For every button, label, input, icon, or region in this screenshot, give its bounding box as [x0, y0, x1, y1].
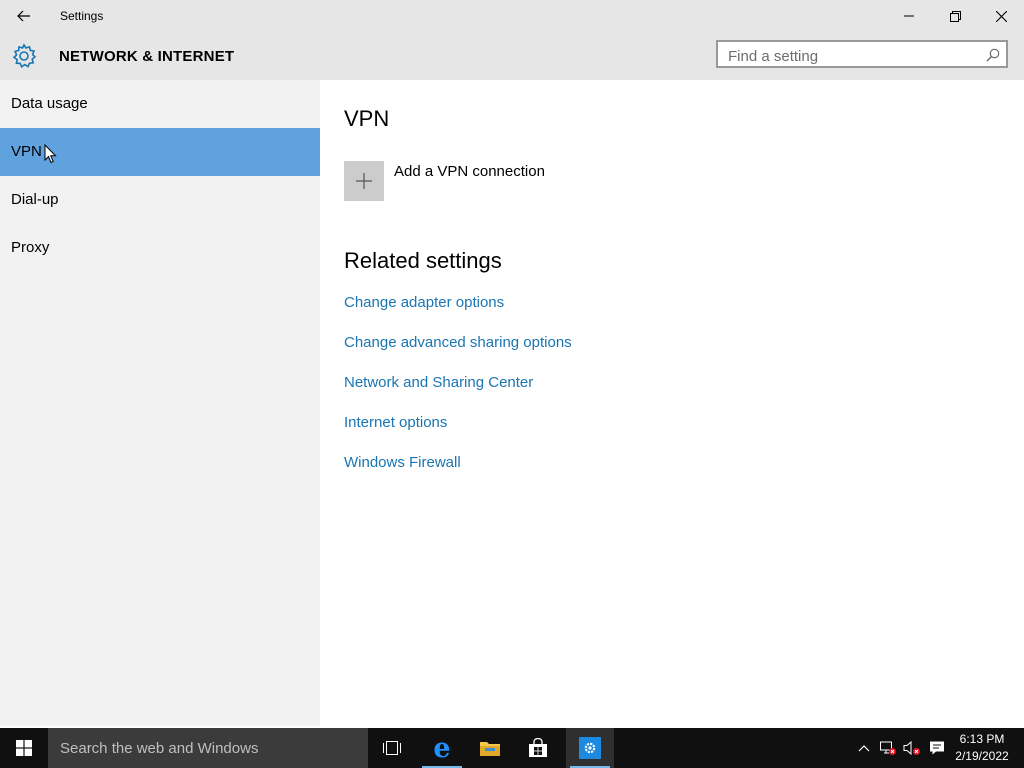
search-box[interactable]: [716, 40, 1008, 68]
edge-taskbar-button[interactable]: e: [418, 728, 466, 768]
close-button[interactable]: [978, 0, 1024, 32]
store-button[interactable]: [514, 728, 562, 768]
action-center-icon: [930, 741, 944, 755]
link-internet-options[interactable]: Internet options: [344, 414, 447, 431]
search-icon: [986, 48, 1000, 62]
link-windows-firewall[interactable]: Windows Firewall: [344, 454, 461, 471]
network-icon: [880, 741, 896, 755]
edge-icon: e: [433, 732, 451, 764]
search-input[interactable]: [726, 45, 980, 67]
maximize-icon: [949, 10, 961, 22]
settings-header: NETWORK & INTERNET: [0, 32, 1024, 80]
clock-date: 2/19/2022: [955, 749, 1009, 763]
title-bar: Settings: [0, 0, 1024, 32]
folder-icon: [480, 742, 500, 756]
task-view-button[interactable]: [368, 728, 416, 768]
file-explorer-button[interactable]: [466, 728, 514, 768]
plus-icon: [356, 173, 372, 189]
link-change-adapter-options[interactable]: Change adapter options: [344, 294, 504, 311]
add-vpn-connection-button[interactable]: Add a VPN connection: [344, 161, 604, 201]
settings-icon: [579, 737, 601, 759]
volume-icon: [903, 740, 920, 756]
start-button[interactable]: [0, 728, 48, 768]
window-title: Settings: [60, 9, 104, 23]
action-center-button[interactable]: [924, 728, 950, 768]
windows-logo-icon: [16, 740, 32, 756]
volume-tray-button[interactable]: [900, 728, 924, 768]
mouse-cursor-icon: [44, 144, 57, 164]
settings-taskbar-button[interactable]: [566, 728, 614, 768]
minimize-icon: [904, 15, 914, 17]
chevron-up-icon: [858, 745, 870, 752]
content-pane: VPN Add a VPN connection Related setting…: [320, 80, 1024, 726]
sidebar: Data usage VPN Dial-up Proxy: [0, 80, 320, 726]
back-button[interactable]: [10, 5, 38, 27]
back-arrow-icon: [17, 10, 30, 22]
restore-button[interactable]: [932, 0, 978, 32]
page-title: VPN: [344, 106, 390, 131]
link-change-advanced-sharing-options[interactable]: Change advanced sharing options: [344, 334, 572, 351]
sidebar-item-label: Data usage: [11, 95, 88, 112]
store-icon: [529, 738, 547, 757]
clock[interactable]: 6:13 PM 2/19/2022: [950, 731, 1014, 765]
taskbar: Search the web and Windows e 6:13 PM 2/1…: [0, 728, 1024, 768]
section-title: NETWORK & INTERNET: [59, 48, 235, 65]
sidebar-item-dial-up[interactable]: Dial-up: [0, 176, 320, 224]
sidebar-item-data-usage[interactable]: Data usage: [0, 80, 320, 128]
related-settings-heading: Related settings: [344, 248, 502, 273]
sidebar-item-label: Dial-up: [11, 191, 59, 208]
minimize-button[interactable]: [886, 0, 932, 32]
sidebar-item-label: VPN: [11, 143, 42, 160]
add-tile: [344, 161, 384, 201]
task-view-icon: [383, 741, 401, 755]
network-tray-button[interactable]: [876, 728, 900, 768]
taskbar-search-placeholder: Search the web and Windows: [60, 740, 259, 757]
sidebar-item-proxy[interactable]: Proxy: [0, 224, 320, 272]
taskbar-search-box[interactable]: Search the web and Windows: [48, 728, 368, 768]
show-hidden-icons-button[interactable]: [852, 728, 876, 768]
sidebar-item-label: Proxy: [11, 239, 50, 256]
clock-time: 6:13 PM: [959, 732, 1005, 746]
link-network-and-sharing-center[interactable]: Network and Sharing Center: [344, 374, 533, 391]
add-vpn-label: Add a VPN connection: [394, 163, 545, 180]
close-icon: [995, 10, 1007, 22]
gear-icon: [12, 43, 37, 69]
